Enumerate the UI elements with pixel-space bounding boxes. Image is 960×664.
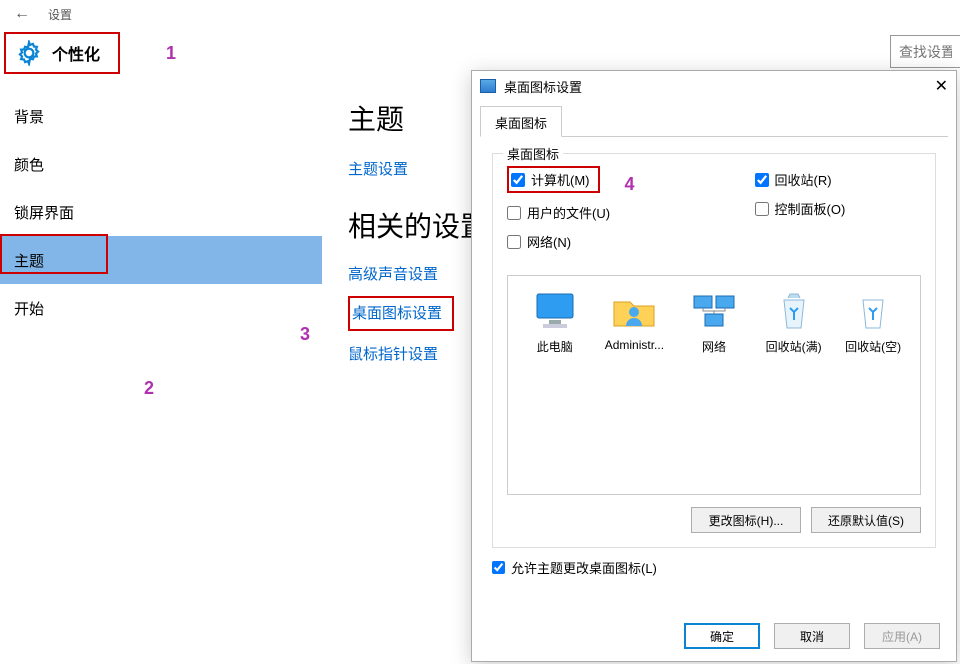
- sidebar-item-background[interactable]: 背景: [0, 92, 322, 140]
- checkbox-control-panel[interactable]: 控制面板(O): [755, 199, 846, 218]
- checkbox-recycle-bin-input[interactable]: [755, 173, 769, 187]
- group-title: 桌面图标: [503, 144, 563, 163]
- checkbox-computer-input[interactable]: [511, 173, 525, 187]
- desktop-icon-settings-dialog: 桌面图标设置 ✕ 桌面图标 桌面图标 计算机(M) 4: [471, 70, 957, 662]
- sidebar-item-lockscreen[interactable]: 锁屏界面: [0, 188, 322, 236]
- sidebar-item-start[interactable]: 开始: [0, 284, 322, 332]
- close-icon[interactable]: ✕: [935, 76, 948, 96]
- annotation-2: 2: [144, 378, 154, 399]
- folder-user-icon: [610, 290, 658, 332]
- pc-icon: [531, 290, 579, 332]
- checkbox-computer[interactable]: 计算机(M): [507, 166, 600, 193]
- checkbox-network[interactable]: 网络(N): [507, 232, 635, 251]
- icon-this-pc[interactable]: 此电脑: [518, 290, 592, 355]
- tab-desktop-icons[interactable]: 桌面图标: [480, 106, 562, 137]
- recycle-empty-icon: [849, 290, 897, 332]
- icon-recycle-empty[interactable]: 回收站(空): [836, 290, 910, 355]
- mouse-pointer-link[interactable]: 鼠标指针设置: [348, 343, 488, 364]
- icon-preview-area: 此电脑 Administr... 网络 回收站(满) 回收站(空): [507, 275, 921, 495]
- settings-title: 设置: [48, 6, 72, 23]
- back-arrow-icon[interactable]: ←: [14, 5, 30, 23]
- sidebar: 背景 颜色 锁屏界面 主题 开始 2: [0, 78, 322, 664]
- content-pane: 主题 主题设置 相关的设置 高级声音设置 桌面图标设置 鼠标指针设置 3: [322, 78, 494, 664]
- desktop-icon-settings-link[interactable]: 桌面图标设置: [352, 302, 442, 323]
- annotation-3: 3: [300, 324, 310, 345]
- icon-recycle-full[interactable]: 回收站(满): [757, 290, 831, 355]
- annotation-box-3: 桌面图标设置: [348, 296, 454, 331]
- checkbox-network-input[interactable]: [507, 235, 521, 249]
- allow-theme-checkbox[interactable]: 允许主题更改桌面图标(L): [492, 558, 936, 577]
- theme-heading: 主题: [348, 98, 488, 138]
- personalization-header: 个性化: [4, 32, 120, 74]
- recycle-full-icon: [770, 290, 818, 332]
- gear-icon: [16, 40, 42, 66]
- restore-default-button[interactable]: 还原默认值(S): [811, 507, 921, 533]
- allow-theme-checkbox-input[interactable]: [492, 561, 505, 574]
- monitor-icon: [480, 79, 496, 93]
- checkbox-user-files-input[interactable]: [507, 206, 521, 220]
- advanced-sound-link[interactable]: 高级声音设置: [348, 263, 488, 284]
- sidebar-item-colors[interactable]: 颜色: [0, 140, 322, 188]
- checkbox-recycle-bin[interactable]: 回收站(R): [755, 170, 846, 189]
- desktop-icons-group: 桌面图标 计算机(M) 4 用户的文件(U): [492, 153, 936, 548]
- cancel-button[interactable]: 取消: [774, 623, 850, 649]
- theme-settings-link[interactable]: 主题设置: [348, 158, 488, 179]
- sidebar-item-themes[interactable]: 主题: [0, 236, 322, 284]
- checkbox-user-files[interactable]: 用户的文件(U): [507, 203, 635, 222]
- search-settings-input[interactable]: [890, 35, 960, 68]
- ok-button[interactable]: 确定: [684, 623, 760, 649]
- dialog-title: 桌面图标设置: [504, 77, 582, 96]
- icon-network[interactable]: 网络: [677, 290, 751, 355]
- network-icon: [690, 290, 738, 332]
- checkbox-control-panel-input[interactable]: [755, 202, 769, 216]
- related-settings-heading: 相关的设置: [348, 205, 488, 245]
- personalization-label: 个性化: [52, 41, 100, 65]
- apply-button[interactable]: 应用(A): [864, 623, 940, 649]
- icon-user-folder[interactable]: Administr...: [598, 290, 672, 352]
- annotation-4: 4: [625, 174, 635, 195]
- change-icon-button[interactable]: 更改图标(H)...: [691, 507, 801, 533]
- annotation-1: 1: [166, 43, 176, 64]
